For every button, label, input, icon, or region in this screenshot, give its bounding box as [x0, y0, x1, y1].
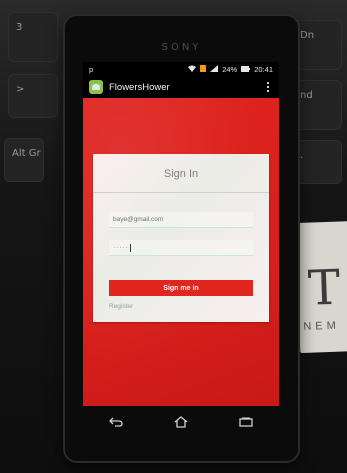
background-card: T NEM — [295, 220, 347, 354]
back-icon[interactable] — [106, 412, 126, 432]
sign-in-button[interactable]: Sign me in — [109, 280, 253, 296]
nav-bar — [83, 408, 279, 436]
phone-brand: SONY — [161, 42, 202, 53]
overflow-menu-icon[interactable] — [263, 80, 273, 94]
action-bar: FlowersHower — [83, 76, 279, 98]
status-bar: p 24% 20:41 — [83, 62, 279, 76]
app-content: Sign In baye@gmail.com ····· Sign me in … — [83, 98, 279, 406]
email-value: baye@gmail.com — [113, 216, 164, 223]
signal-icon — [210, 64, 219, 74]
phone-screen: p 24% 20:41 FlowersHower Sign In baye@gm… — [83, 62, 279, 406]
phone-device: SONY p 24% 20:41 FlowersHower Sign In ba… — [65, 16, 298, 461]
card-letter: T — [307, 259, 342, 317]
divider — [93, 192, 269, 193]
text-cursor — [129, 243, 131, 252]
keyboard-key: . — [292, 140, 342, 184]
keyboard-key: nd — [292, 80, 342, 130]
notification-icon — [200, 64, 207, 74]
recents-icon[interactable] — [236, 412, 256, 432]
status-left-icon: p — [89, 64, 94, 74]
card-subtext: NEM — [303, 319, 341, 333]
clock: 20:41 — [254, 64, 273, 74]
battery-percent: 24% — [222, 64, 238, 74]
password-value: ····· — [113, 244, 129, 251]
photo-scene: 3 > Alt Gr Dn nd . T NEM SONY p 24% 20:4… — [0, 0, 347, 473]
email-field[interactable]: baye@gmail.com — [109, 212, 253, 228]
battery-icon — [241, 65, 251, 74]
home-icon[interactable] — [171, 412, 191, 432]
password-field[interactable]: ····· — [109, 240, 253, 256]
login-card: Sign In baye@gmail.com ····· Sign me in … — [93, 154, 269, 322]
keyboard-key: Alt Gr — [4, 138, 44, 182]
keyboard-key: > — [8, 74, 58, 118]
android-icon — [89, 80, 103, 94]
keyboard-key: Dn — [292, 20, 342, 70]
app-title: FlowersHower — [109, 81, 170, 93]
signin-title: Sign In — [163, 168, 199, 180]
keyboard-key: 3 — [8, 12, 58, 62]
register-link[interactable]: Register — [109, 303, 133, 310]
wifi-icon — [188, 65, 197, 74]
